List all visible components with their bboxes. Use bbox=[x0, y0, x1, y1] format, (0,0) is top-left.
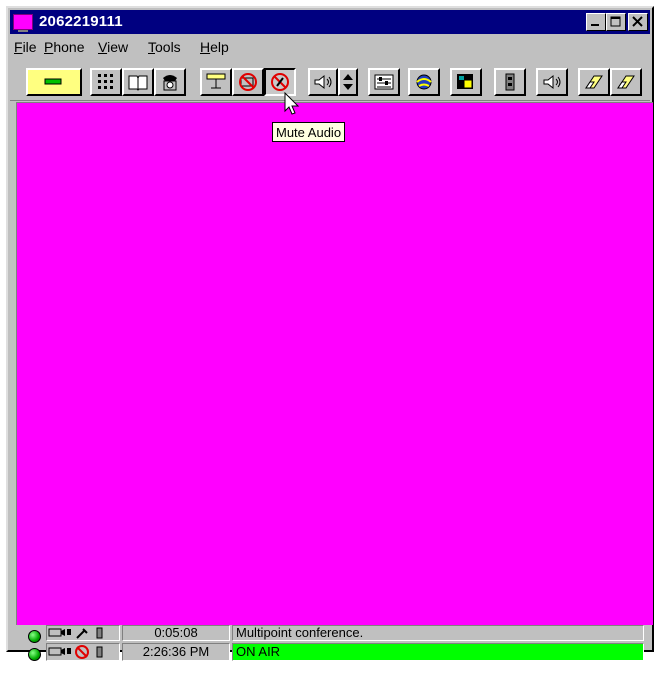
status-icons-2 bbox=[48, 645, 103, 659]
menu-phone[interactable]: Phone bbox=[44, 39, 85, 55]
app-window: 2062219111 File Phone View Tools Help bbox=[6, 6, 654, 652]
video-mute-icon bbox=[239, 73, 257, 91]
status-led-green-icon bbox=[28, 648, 41, 661]
speaker-volume-button[interactable] bbox=[536, 68, 568, 96]
speaker-volume-icon bbox=[543, 74, 561, 90]
intercom-button[interactable] bbox=[494, 68, 526, 96]
intercom-icon bbox=[505, 73, 515, 91]
camera-icon bbox=[206, 73, 226, 89]
status-led-green-icon bbox=[28, 630, 41, 643]
settings-button[interactable] bbox=[368, 68, 400, 96]
status-icons-1 bbox=[48, 627, 103, 639]
menu-tools-accel: T bbox=[148, 39, 155, 55]
video-mute-button[interactable] bbox=[232, 68, 264, 96]
close-icon bbox=[632, 16, 643, 27]
menu-file-accel: F bbox=[14, 39, 23, 55]
network-icon bbox=[416, 74, 432, 90]
minimize-icon bbox=[591, 24, 599, 26]
menu-tools-label: ools bbox=[155, 39, 181, 55]
menu-view[interactable]: View bbox=[98, 39, 128, 55]
maximize-icon bbox=[610, 16, 621, 27]
settings-icon bbox=[374, 74, 394, 90]
menu-phone-accel: P bbox=[44, 39, 54, 55]
mute-audio-icon bbox=[271, 73, 289, 91]
eraser-icon bbox=[585, 75, 603, 89]
call-timer: 0:05:08 bbox=[122, 625, 230, 641]
menu-tools[interactable]: Tools bbox=[148, 39, 181, 55]
mouse-cursor-icon bbox=[284, 92, 300, 115]
status-message: Multipoint conference. bbox=[232, 625, 644, 641]
status-bar: 0:05:08 Multipoint conference. 2:26:36 P… bbox=[6, 616, 654, 661]
camera-button[interactable] bbox=[200, 68, 232, 96]
maximize-button[interactable] bbox=[606, 13, 626, 31]
speaker-icon bbox=[314, 74, 332, 90]
menu-view-accel: V bbox=[98, 39, 108, 55]
window-title: 2062219111 bbox=[39, 13, 123, 30]
eraser-button-1[interactable] bbox=[578, 68, 610, 96]
picture-in-picture-icon bbox=[457, 74, 473, 89]
menu-phone-label: hone bbox=[53, 39, 85, 55]
status-icons-cell-1 bbox=[46, 625, 120, 641]
menu-help-label: elp bbox=[210, 39, 229, 55]
speaker-button[interactable] bbox=[308, 68, 338, 96]
volume-updown-button[interactable] bbox=[338, 68, 358, 96]
keypad-icon bbox=[98, 74, 113, 89]
keypad-button[interactable] bbox=[90, 68, 122, 96]
volume-updown-icon bbox=[343, 74, 353, 90]
mute-audio-tooltip: Mute Audio bbox=[272, 122, 346, 142]
close-button[interactable] bbox=[628, 13, 648, 31]
dial-button[interactable] bbox=[154, 68, 186, 96]
menu-bar: File Phone View Tools Help bbox=[10, 36, 650, 58]
display-mode-button[interactable] bbox=[26, 68, 82, 96]
picture-in-picture-button[interactable] bbox=[450, 68, 482, 96]
eraser-button-2[interactable] bbox=[610, 68, 642, 96]
phonebook-button[interactable] bbox=[122, 68, 154, 96]
menu-file[interactable]: File bbox=[14, 39, 37, 55]
menu-help[interactable]: Help bbox=[200, 39, 229, 55]
app-icon[interactable] bbox=[13, 14, 33, 32]
phonebook-icon bbox=[128, 75, 148, 91]
menu-help-accel: H bbox=[200, 39, 211, 55]
status-icons-cell-2 bbox=[46, 643, 120, 661]
dial-icon bbox=[163, 75, 177, 91]
video-display-area[interactable] bbox=[16, 102, 653, 625]
menu-file-label: ile bbox=[22, 39, 37, 55]
toolbar bbox=[10, 60, 650, 101]
display-mode-icon bbox=[44, 78, 62, 85]
title-bar[interactable]: 2062219111 bbox=[10, 10, 650, 34]
network-button[interactable] bbox=[408, 68, 440, 96]
menu-view-label: iew bbox=[107, 39, 129, 55]
minimize-button[interactable] bbox=[586, 13, 606, 31]
on-air-indicator: ON AIR bbox=[232, 643, 644, 661]
eraser-icon bbox=[617, 75, 635, 89]
clock-time: 2:26:36 PM bbox=[122, 643, 230, 661]
